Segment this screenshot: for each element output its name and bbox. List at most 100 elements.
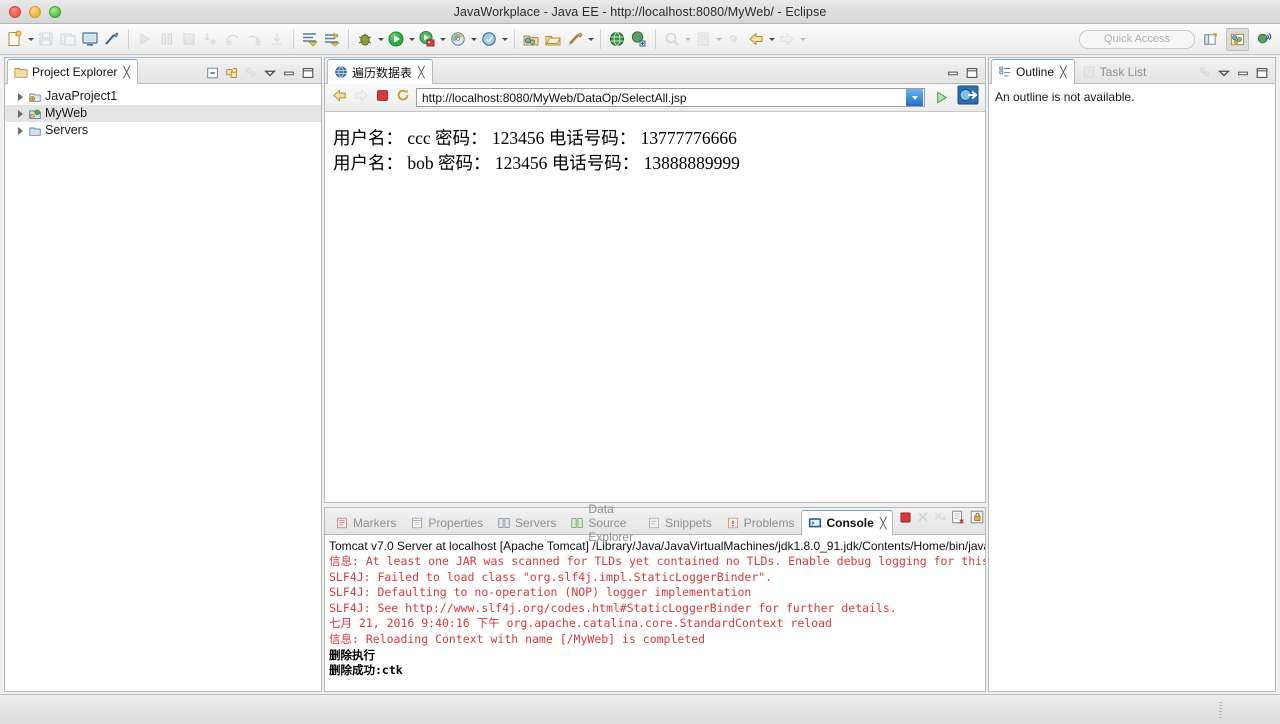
remove-all-terminated-icon[interactable] [933,510,947,529]
tab-markers[interactable]: Markers [328,510,403,535]
open-perspective-icon[interactable] [1199,28,1222,51]
chevron-down-icon[interactable] [906,89,923,106]
close-icon[interactable]: ╳ [418,66,425,79]
maximize-icon[interactable] [301,66,315,80]
back-arrow-icon[interactable] [331,87,348,109]
back-icon[interactable] [746,27,766,51]
tab-snippets[interactable]: Snippets [640,510,719,535]
view-menu-icon[interactable] [244,66,258,80]
step-into-icon[interactable] [201,27,221,51]
close-icon[interactable]: ╳ [880,517,887,530]
drop-to-frame-icon[interactable] [267,27,287,51]
resize-grip[interactable] [1219,702,1222,718]
quick-access-input[interactable]: Quick Access [1079,29,1195,49]
tab-console[interactable]: Console ╳ [801,510,894,535]
minimize-icon[interactable] [1236,66,1250,80]
search-dropdown-caret[interactable] [685,37,691,41]
open-task-icon[interactable] [693,27,713,51]
coverage-dropdown-caret[interactable] [502,37,508,41]
refresh-icon[interactable] [395,87,411,108]
java-perspective-icon[interactable] [1253,28,1276,51]
debug-icon[interactable] [355,27,375,51]
quick-fix-icon[interactable] [102,27,122,51]
tab-task-list[interactable]: Task List [1075,59,1155,84]
save-icon[interactable] [36,27,56,51]
run-icon[interactable] [386,27,406,51]
profile-dropdown-caret[interactable] [471,37,477,41]
maximize-icon[interactable] [1255,66,1269,80]
terminate-icon[interactable] [898,510,913,530]
new-wizard-dropdown-caret[interactable] [28,37,34,41]
console-line: 删除成功:ctk [329,663,403,678]
back-dropdown-caret[interactable] [769,37,775,41]
suspend-icon[interactable] [157,27,177,51]
minimize-icon[interactable] [282,66,296,80]
publish-icon[interactable] [629,27,649,51]
new-java-package-icon[interactable] [521,27,541,51]
next-annotation-icon[interactable] [300,27,320,51]
tab-outline[interactable]: Outline ╳ [991,59,1075,84]
terminate-icon[interactable] [179,27,199,51]
step-return-icon[interactable] [245,27,265,51]
forward-arrow-icon[interactable] [353,87,370,109]
view-menu-icon[interactable] [1198,66,1212,80]
link-with-editor-icon[interactable] [225,66,239,80]
previous-annotation-icon[interactable] [322,27,342,51]
step-over-icon[interactable] [223,27,243,51]
minimize-icon[interactable] [946,66,960,80]
tree-item-label: JavaProject1 [45,89,118,103]
tree-item-myweb[interactable]: MyWeb [5,105,321,122]
url-input[interactable]: http://localhost:8080/MyWeb/DataOp/Selec… [417,91,906,105]
open-type-icon[interactable] [543,27,563,51]
eclipse-window: JavaWorkplace - Java EE - http://localho… [0,0,1280,724]
tab-project-explorer[interactable]: Project Explorer ╳ [7,59,138,84]
tab-browser-editor[interactable]: 遍历数据表 ╳ [327,59,433,84]
clear-console-icon[interactable] [950,509,966,530]
run-on-server-dropdown-caret[interactable] [440,37,446,41]
expand-arrow-icon[interactable] [15,110,25,118]
tab-problems[interactable]: Problems [719,510,802,535]
new-class-dropdown-caret[interactable] [588,37,594,41]
web-browser-icon[interactable] [607,27,627,51]
run-on-server-icon[interactable] [417,27,437,51]
go-icon[interactable] [930,87,952,109]
properties-icon [410,516,424,530]
expand-arrow-icon[interactable] [15,127,25,135]
run-dropdown-caret[interactable] [409,37,415,41]
stop-icon[interactable] [375,88,390,108]
tab-properties[interactable]: Properties [403,510,490,535]
tree-item-javaproject1[interactable]: JavaProject1 [5,88,321,105]
console-output[interactable]: Tomcat v7.0 Server at localhost [Apache … [325,535,985,691]
url-bar[interactable]: http://localhost:8080/MyWeb/DataOp/Selec… [416,88,925,107]
resume-icon[interactable] [135,27,155,51]
scroll-lock-icon[interactable] [969,509,985,530]
collapse-all-icon[interactable] [206,66,220,80]
tab-servers[interactable]: Servers [490,510,563,535]
profile-icon[interactable] [448,27,468,51]
forward-dropdown-caret[interactable] [800,37,806,41]
search-icon[interactable] [662,27,682,51]
toolbar-separator [128,29,129,49]
expand-arrow-icon[interactable] [15,93,25,101]
close-icon[interactable]: ╳ [123,66,130,79]
debug-dropdown-caret[interactable] [378,37,384,41]
open-external-browser-icon[interactable] [957,85,979,110]
link-icon[interactable] [724,27,744,51]
java-ee-perspective-icon[interactable] [1226,27,1249,51]
new-wizard-icon[interactable] [5,27,25,51]
console-line: SLF4J: See http://www.slf4j.org/codes.ht… [329,600,897,615]
open-task-dropdown-caret[interactable] [716,37,722,41]
forward-icon[interactable] [777,27,797,51]
folder-icon [28,124,42,138]
view-menu-chevron-icon[interactable] [1217,66,1231,80]
maximize-icon[interactable] [965,66,979,80]
new-class-icon[interactable] [565,27,585,51]
remove-launch-icon[interactable] [916,510,930,529]
coverage-icon[interactable] [479,27,499,51]
tree-item-servers[interactable]: Servers [5,122,321,139]
close-icon[interactable]: ╳ [1060,66,1067,79]
view-menu-chevron-icon[interactable] [263,66,277,80]
tab-data-source-explorer[interactable]: Data Source Explorer [563,502,640,544]
save-all-icon[interactable] [58,27,78,51]
print-screen-icon[interactable] [80,27,100,51]
